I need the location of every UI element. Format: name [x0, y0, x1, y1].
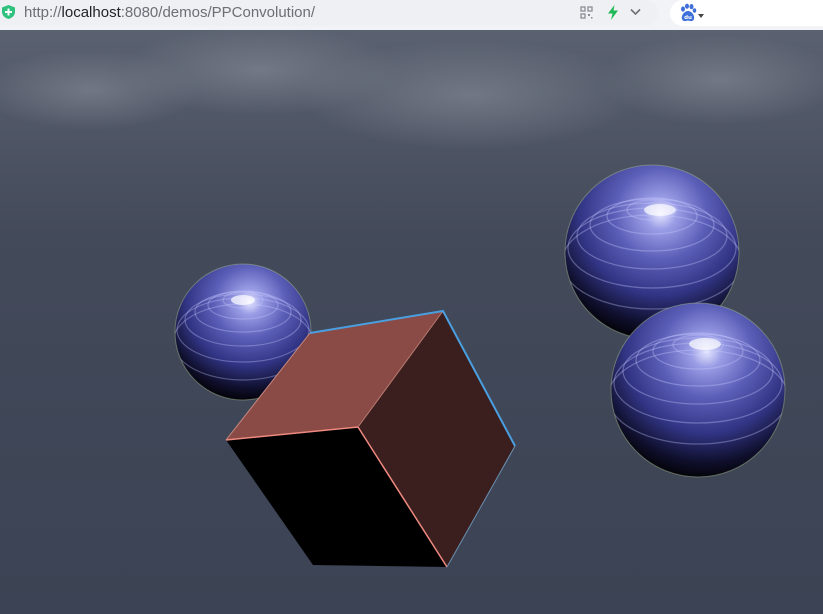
url-scheme: http://: [24, 4, 62, 21]
shield-plus-icon: [2, 5, 15, 19]
browser-toolbar: http://localhost:8080/demos/PPConvolutio…: [0, 0, 823, 31]
svg-text:du: du: [684, 15, 692, 21]
webgl-canvas[interactable]: [0, 30, 823, 614]
url-host: localhost: [61, 4, 121, 21]
qr-code-icon[interactable]: [580, 6, 593, 19]
url-text[interactable]: http://localhost:8080/demos/PPConvolutio…: [24, 4, 315, 22]
lightning-bolt-icon[interactable]: [607, 5, 619, 20]
address-bar[interactable]: http://localhost:8080/demos/PPConvolutio…: [0, 0, 658, 26]
search-engine-caret-icon[interactable]: [698, 14, 704, 18]
url-path: :8080/demos/PPConvolution/: [120, 4, 316, 21]
baidu-paw-icon[interactable]: du: [678, 3, 698, 23]
cloud: [300, 40, 640, 150]
chevron-down-icon[interactable]: [630, 8, 641, 16]
